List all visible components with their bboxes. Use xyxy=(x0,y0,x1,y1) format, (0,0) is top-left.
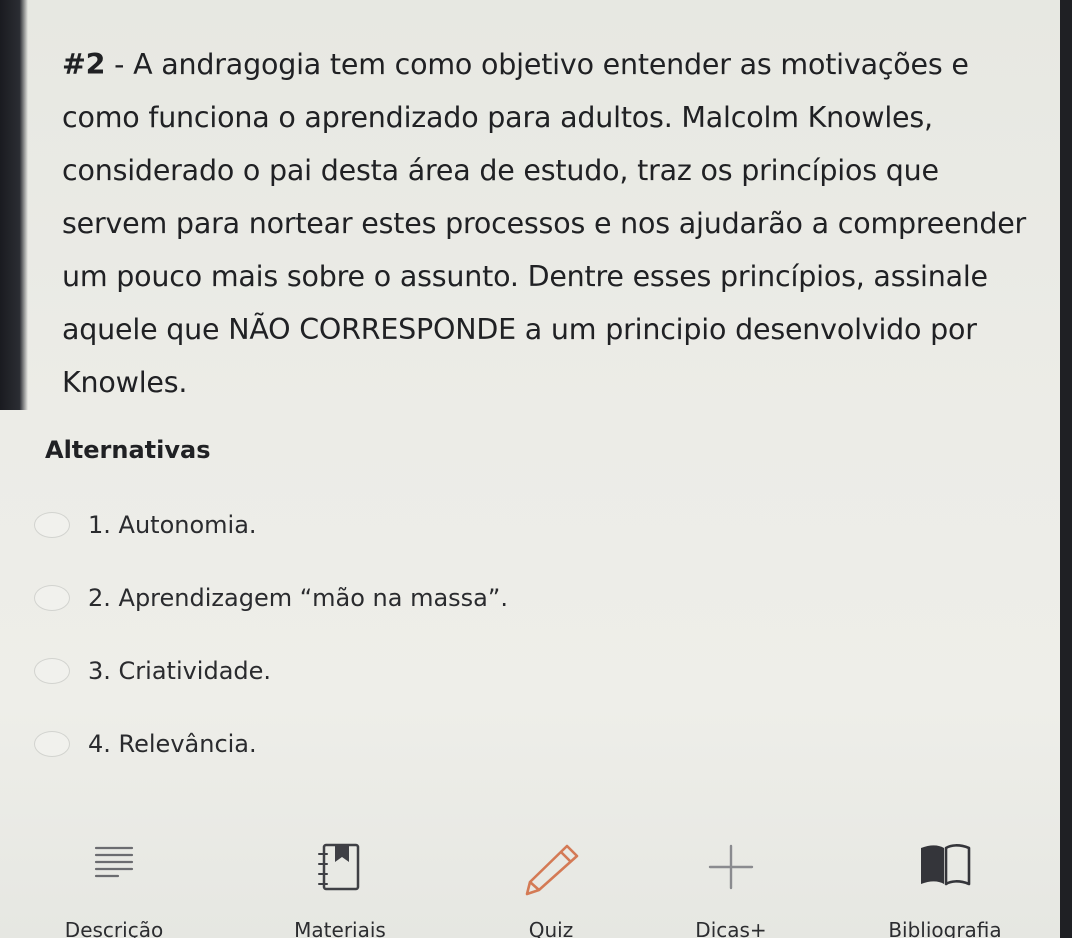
option-3[interactable]: 3. Criatividade. xyxy=(34,651,271,691)
nav-label: Bibliografia xyxy=(888,918,1002,938)
notebook-icon xyxy=(318,843,360,891)
nav-dicas[interactable]: Dicas+ xyxy=(631,830,831,938)
question-number: #2 xyxy=(62,48,106,81)
nav-label: Quiz xyxy=(528,918,574,938)
question-body: - A andragogia tem como objetivo entende… xyxy=(62,48,1027,399)
pencil-icon xyxy=(525,844,579,896)
question-text: #2 - A andragogia tem como objetivo ente… xyxy=(62,38,1047,409)
nav-materiais[interactable]: Materiais xyxy=(240,830,440,938)
book-icon xyxy=(921,844,971,886)
option-label: 1. Autonomia. xyxy=(88,511,257,539)
option-label: 2. Aprendizagem “mão na massa”. xyxy=(88,584,508,612)
nav-label: Dicas+ xyxy=(695,918,767,938)
option-1[interactable]: 1. Autonomia. xyxy=(34,505,257,545)
alternatives-title: Alternativas xyxy=(45,436,211,464)
option-label: 3. Criatividade. xyxy=(88,657,272,685)
quiz-screen: #2 - A andragogia tem como objetivo ente… xyxy=(0,0,1060,938)
option-label: 4. Relevância. xyxy=(88,730,257,758)
nav-descricao[interactable]: Descrição xyxy=(14,830,214,938)
device-bezel xyxy=(0,0,28,410)
radio-button-2[interactable] xyxy=(34,585,70,611)
plus-icon xyxy=(708,844,754,890)
bottom-navigation: Descrição Materiais Quiz Dicas+ Bibliogr… xyxy=(0,830,1060,938)
nav-label: Materiais xyxy=(294,918,386,938)
radio-button-4[interactable] xyxy=(34,731,70,757)
option-4[interactable]: 4. Relevância. xyxy=(34,724,257,764)
radio-button-1[interactable] xyxy=(34,512,70,538)
nav-label: Descrição xyxy=(64,918,164,938)
option-2[interactable]: 2. Aprendizagem “mão na massa”. xyxy=(34,578,508,618)
nav-quiz[interactable]: Quiz xyxy=(451,830,651,938)
lines-icon xyxy=(94,846,134,878)
radio-button-3[interactable] xyxy=(34,658,70,684)
nav-bibliografia[interactable]: Bibliografia xyxy=(845,830,1045,938)
